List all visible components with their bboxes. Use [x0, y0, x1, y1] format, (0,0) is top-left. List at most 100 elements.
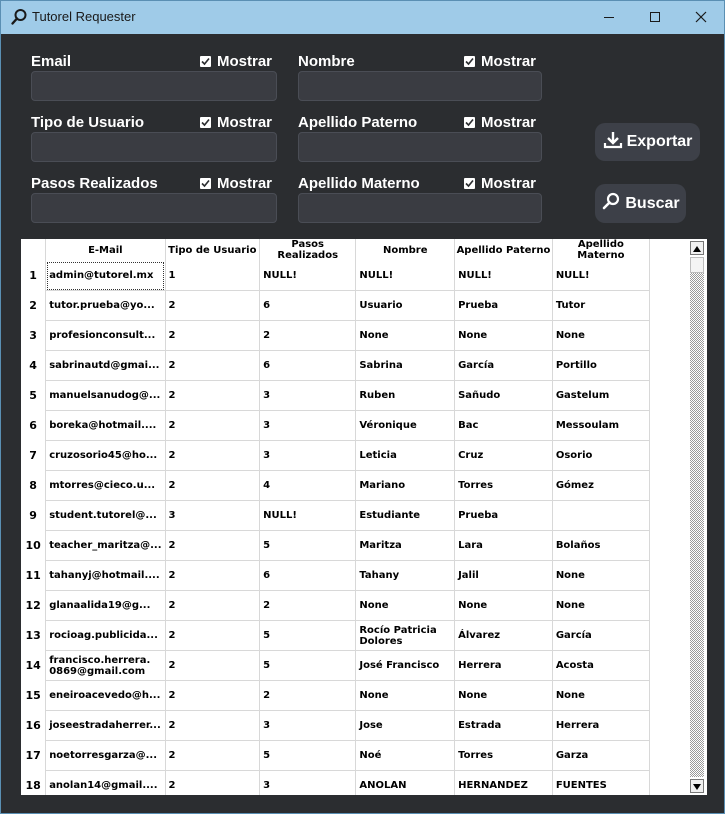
tipo-usuario-cell[interactable]: 2: [165, 380, 261, 411]
email-cell[interactable]: noetorresgarza@...: [45, 740, 166, 771]
nombre-cell[interactable]: Rocío Patricia Dolores: [355, 620, 456, 651]
table-row[interactable]: 7 cruzosorio45@ho... 2 3 Leticia Cruz Osorio: [21, 440, 688, 471]
tipo-usuario-cell[interactable]: 2: [165, 680, 261, 711]
nombre-cell[interactable]: None: [355, 680, 456, 711]
email-cell[interactable]: tahanyj@hotmail....: [45, 560, 166, 591]
nombre-cell[interactable]: Véronique: [355, 410, 456, 441]
pasos-realizados-show-checkbox[interactable]: Mostrar: [200, 175, 272, 192]
apellido-paterno-cell[interactable]: Torres: [454, 470, 553, 501]
apellido-paterno-show-checkbox[interactable]: Mostrar: [464, 114, 536, 131]
nombre-cell[interactable]: None: [355, 320, 456, 351]
tipo-usuario-show-checkbox[interactable]: Mostrar: [200, 114, 272, 131]
email-cell[interactable]: admin@tutorel.mx: [45, 261, 166, 291]
nombre-cell[interactable]: Mariano: [355, 470, 456, 501]
tipo-usuario-cell[interactable]: 2: [165, 350, 261, 381]
apellido-materno-cell[interactable]: Messoulam: [552, 410, 650, 441]
nombre-show-checkbox[interactable]: Mostrar: [464, 53, 536, 70]
pasos-realizados-cell[interactable]: 3: [259, 710, 357, 741]
tipo-usuario-cell[interactable]: 3: [165, 500, 261, 531]
email-input[interactable]: [31, 71, 277, 101]
column-header-apellido-materno[interactable]: Apellido Materno: [552, 239, 650, 261]
apellido-materno-input[interactable]: [298, 193, 542, 223]
nombre-cell[interactable]: Estudiante: [355, 500, 456, 531]
pasos-realizados-cell[interactable]: 6: [259, 350, 357, 381]
scroll-track[interactable]: [690, 257, 704, 777]
tipo-usuario-cell[interactable]: 2: [165, 740, 261, 771]
export-button[interactable]: Exportar: [595, 123, 700, 161]
tipo-usuario-cell[interactable]: 2: [165, 410, 261, 441]
table-row[interactable]: 18 anolan14@gmail.... 2 3 ANOLAN HERNANDEZ FUE…: [21, 770, 688, 795]
apellido-materno-cell[interactable]: Portillo: [552, 350, 650, 381]
email-cell[interactable]: teacher_maritza@...: [45, 530, 166, 561]
nombre-cell[interactable]: Jose: [355, 710, 456, 741]
nombre-cell[interactable]: Tahany: [355, 560, 456, 591]
table-row[interactable]: 6 boreka@hotmail.... 2 3 Véronique Bac Messoul…: [21, 410, 688, 441]
tipo-usuario-cell[interactable]: 2: [165, 590, 261, 621]
nombre-cell[interactable]: ANOLAN: [355, 770, 456, 795]
table-row[interactable]: 17 noetorresgarza@... 2 5 Noé Torres Garza: [21, 740, 688, 771]
apellido-paterno-input[interactable]: [298, 132, 542, 162]
apellido-materno-cell[interactable]: [552, 500, 650, 531]
tipo-usuario-cell[interactable]: 2: [165, 530, 261, 561]
apellido-materno-cell[interactable]: Acosta: [552, 650, 650, 681]
tipo-usuario-cell[interactable]: 2: [165, 320, 261, 351]
apellido-paterno-cell[interactable]: Estrada: [454, 710, 553, 741]
email-cell[interactable]: eneiroacevedo@h...: [45, 680, 166, 711]
tipo-usuario-cell[interactable]: 2: [165, 650, 261, 681]
pasos-realizados-cell[interactable]: 3: [259, 410, 357, 441]
email-cell[interactable]: anolan14@gmail....: [45, 770, 166, 795]
table-row[interactable]: 10 teacher_maritza@... 2 5 Maritza Lara Bolaño…: [21, 530, 688, 561]
table-row[interactable]: 9 student.tutorel@... 3 NULL! Estudiante Prue…: [21, 500, 688, 531]
email-cell[interactable]: boreka@hotmail....: [45, 410, 166, 441]
tipo-usuario-cell[interactable]: 2: [165, 560, 261, 591]
table-row[interactable]: 12 glanaalida19@g... 2 2 None None None: [21, 590, 688, 621]
apellido-materno-cell[interactable]: Bolaños: [552, 530, 650, 561]
pasos-realizados-cell[interactable]: 6: [259, 560, 357, 591]
table-row[interactable]: 16 joseestradaherrer... 2 3 Jose Estrada Herre…: [21, 710, 688, 741]
table-row[interactable]: 14 francisco.herrera. 0869@gmail.com 2 5 Jos…: [21, 650, 688, 681]
email-cell[interactable]: cruzosorio45@ho...: [45, 440, 166, 471]
pasos-realizados-cell[interactable]: 4: [259, 470, 357, 501]
tipo-usuario-input[interactable]: [31, 132, 277, 162]
apellido-materno-cell[interactable]: None: [552, 320, 650, 351]
apellido-paterno-cell[interactable]: HERNANDEZ: [454, 770, 553, 795]
tipo-usuario-cell[interactable]: 2: [165, 770, 261, 795]
pasos-realizados-cell[interactable]: 2: [259, 680, 357, 711]
email-cell[interactable]: student.tutorel@...: [45, 500, 166, 531]
email-show-checkbox[interactable]: Mostrar: [200, 53, 272, 70]
nombre-cell[interactable]: Sabrina: [355, 350, 456, 381]
pasos-realizados-input[interactable]: [31, 193, 277, 223]
table-row[interactable]: 1 admin@tutorel.mx 1 NULL! NULL! NULL! NULL!: [21, 261, 688, 291]
apellido-materno-cell[interactable]: Gastelum: [552, 380, 650, 411]
nombre-cell[interactable]: None: [355, 590, 456, 621]
pasos-realizados-cell[interactable]: 5: [259, 530, 357, 561]
pasos-realizados-cell[interactable]: 5: [259, 650, 357, 681]
apellido-paterno-cell[interactable]: Jalil: [454, 560, 553, 591]
tipo-usuario-cell[interactable]: 2: [165, 440, 261, 471]
apellido-paterno-cell[interactable]: Álvarez: [454, 620, 553, 651]
column-header-pasos-realizados[interactable]: Pasos Realizados: [259, 239, 357, 261]
apellido-paterno-cell[interactable]: Bac: [454, 410, 553, 441]
pasos-realizados-cell[interactable]: 6: [259, 290, 357, 321]
table-row[interactable]: 3 profesionconsult... 2 2 None None None: [21, 320, 688, 351]
nombre-cell[interactable]: Leticia: [355, 440, 456, 471]
email-cell[interactable]: manuelsanudog@...: [45, 380, 166, 411]
search-button[interactable]: Buscar: [595, 184, 686, 223]
email-cell[interactable]: glanaalida19@g...: [45, 590, 166, 621]
apellido-paterno-cell[interactable]: None: [454, 590, 553, 621]
pasos-realizados-cell[interactable]: 5: [259, 740, 357, 771]
maximize-button[interactable]: [632, 0, 678, 34]
apellido-materno-cell[interactable]: NULL!: [552, 261, 650, 291]
scroll-down-button[interactable]: [690, 779, 704, 793]
table-row[interactable]: 8 mtorres@cieco.u... 2 4 Mariano Torres Gómez: [21, 470, 688, 501]
table-row[interactable]: 5 manuelsanudog@... 2 3 Ruben Sañudo Gastelum: [21, 380, 688, 411]
pasos-realizados-cell[interactable]: 2: [259, 320, 357, 351]
apellido-paterno-cell[interactable]: Sañudo: [454, 380, 553, 411]
table-row[interactable]: 15 eneiroacevedo@h... 2 2 None None None: [21, 680, 688, 711]
table-row[interactable]: 13 rocioag.publicida... 2 5 Rocío Patricia D…: [21, 620, 688, 651]
apellido-paterno-cell[interactable]: García: [454, 350, 553, 381]
apellido-materno-cell[interactable]: None: [552, 590, 650, 621]
apellido-materno-cell[interactable]: Garza: [552, 740, 650, 771]
apellido-materno-cell[interactable]: Tutor: [552, 290, 650, 321]
table-row[interactable]: 4 sabrinautd@gmai... 2 6 Sabrina García Portil…: [21, 350, 688, 381]
